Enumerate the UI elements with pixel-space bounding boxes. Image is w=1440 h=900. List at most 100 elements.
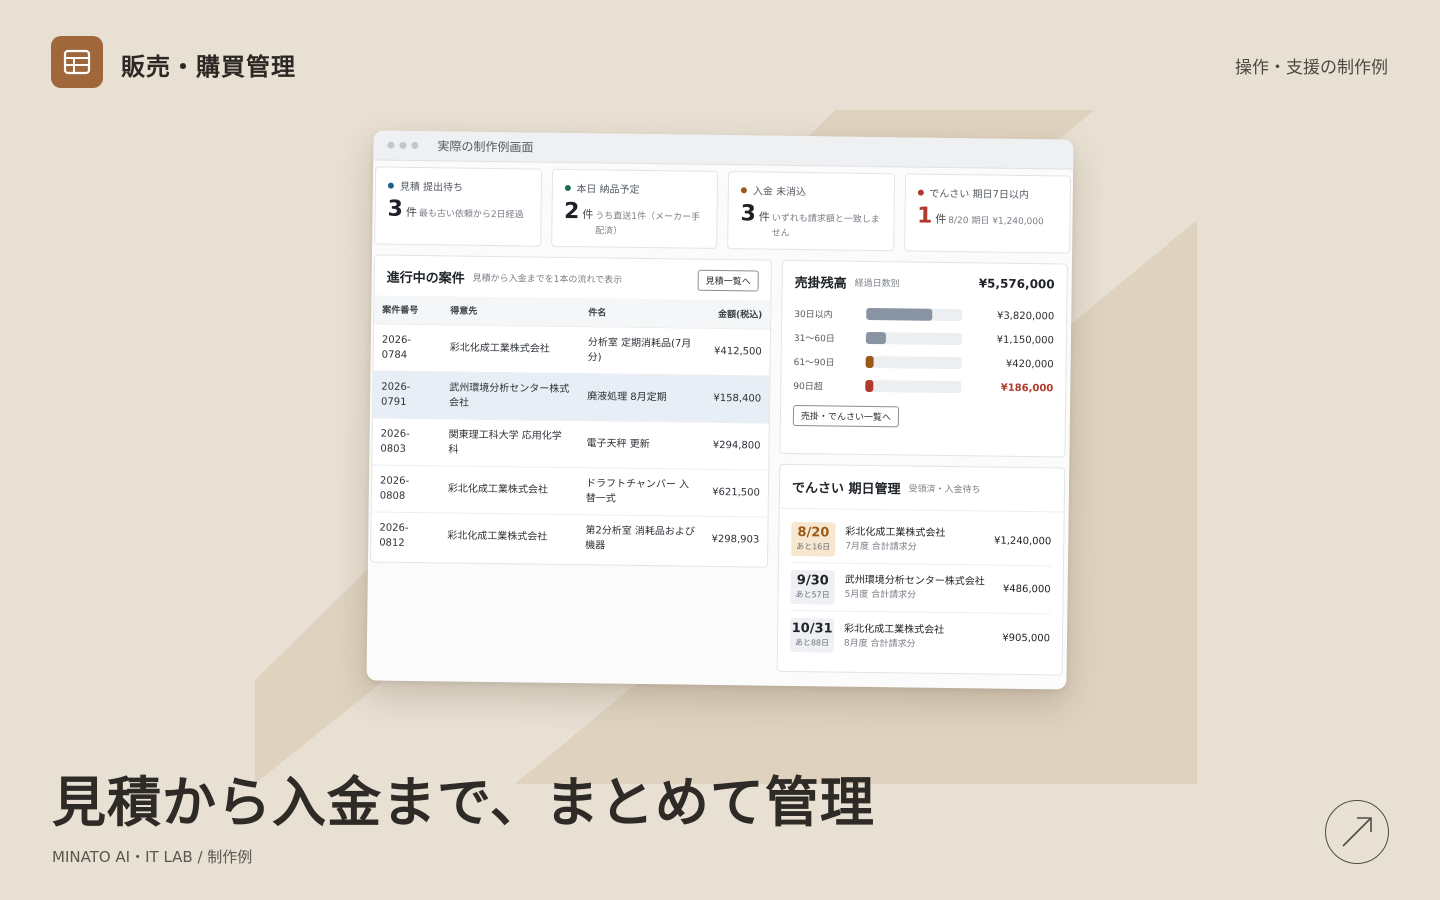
window-title: 実際の制作例画面 [437,139,534,155]
receivables-title: 売掛残高 [794,275,847,292]
due-date-badge: 8/20 あと16日 [791,521,836,557]
kpi-card[interactable]: 見積 提出待ち 3 件最も古い依頼から2日経過 [374,166,542,247]
due-date: 8/20 [797,524,830,540]
header-caption: 操作・支援の制作例 [1235,58,1388,78]
densai-panel: でんさい 期日管理 受領済・入金待ち 8/20 あと16日 彩北化成工業株式会社 7月… [776,463,1066,676]
kpi-number: 2 [563,198,580,225]
table-cell-subject: 第2分析室 消耗品および機器 [577,514,704,563]
footer-credit: MINATO AI・IT LAB / 制作例 [52,848,253,866]
cases-subtitle: 見積から入金までを1本の流れで表示 [472,273,623,286]
kpi-label: 本日 納品予定 [564,180,707,197]
kpi-label: でんさい 期日7日以内 [917,185,1060,202]
aging-row: 61〜90日 ¥420,000 [781,349,1065,377]
aging-label: 90日超 [793,381,823,392]
kpi-label-text: 本日 納品予定 [576,184,640,196]
kpi-note: 8/20 期日 ¥1,240,000 [948,215,1044,228]
kpi-unit: 件 [582,208,594,222]
table-cell-subject: 電子天秤 更新 [578,420,706,469]
app-title: 販売・購買管理 [121,53,296,81]
densai-row[interactable]: 9/30 あと57日 武州環境分析センター株式会社 5月度 合計請求分 ¥486,000 [790,562,1051,615]
table-row[interactable]: 2026-0808 彩北化成工業株式会社 ドラフトチャンバー 入替一式 ¥621,50… [371,464,769,517]
kpi-label-text: 入金 未消込 [752,186,807,199]
aging-bar-fill [865,379,874,393]
aging-row: 90日超 ¥186,000 [781,373,1065,401]
table-cell-subject: ドラフトチャンバー 入替一式 [577,467,705,516]
kpi-value: 3 件いずれも請求額と一致しません [740,201,883,243]
densai-amount: ¥1,240,000 [993,535,1052,548]
kpi-value: 2 件うち直送1件（メーカー手配済） [564,199,707,241]
table-cell-no: 2026-0812 [371,511,440,560]
window-dot-icon [399,141,407,149]
days-remaining: あと88日 [794,638,830,648]
table-icon [51,36,103,88]
table-cell-no: 2026-0791 [372,370,442,419]
cases-table: 案件番号 得意先 件名 金額(税込) 2026-0784 彩北化成工業株式会社 分析… [371,295,771,564]
table-cell-amount: ¥294,800 [704,421,769,470]
kpi-card[interactable]: 本日 納品予定 2 件うち直送1件（メーカー手配済） [550,168,719,249]
aging-amount: ¥186,000 [1000,382,1054,394]
status-dot-icon [387,182,394,189]
column-header: 案件番号 [374,295,443,325]
densai-info: 彩北化成工業株式会社 8月度 合計請求分 [844,621,944,651]
receivables-panel: 売掛残高 経過日数別 ¥5,576,000 30日以内 ¥3,820,000 31〜… [779,259,1068,458]
kpi-card[interactable]: でんさい 期日7日以内 1 件 8/20 期日 ¥1,240,000 [903,173,1072,254]
densai-row[interactable]: 8/20 あと16日 彩北化成工業株式会社 7月度 合計請求分 ¥1,240,000 [791,514,1052,567]
table-cell-client: 彩北化成工業株式会社 [441,324,581,374]
receivables-total: ¥5,576,000 [978,276,1055,292]
densai-note: 7月度 合計請求分 [845,541,917,553]
aging-label: 61〜90日 [793,357,835,368]
aging-bar-track [865,355,962,370]
table-row[interactable]: 2026-0784 彩北化成工業株式会社 分析室 定期消耗品(7月分) ¥412,50… [373,323,771,376]
aging-label: 31〜60日 [793,333,835,344]
due-date: 10/31 [791,620,833,637]
densai-note: 5月度 合計請求分 [844,589,917,601]
kpi-note: うち直送1件（メーカー手配済） [595,211,701,237]
due-date: 9/30 [796,572,829,588]
estimate-list-button[interactable]: 見積一覧へ [697,269,759,291]
kpi-value: 1 件 8/20 期日 ¥1,240,000 [917,204,1060,231]
kpi-unit: 件 [405,205,417,220]
aging-row: 30日以内 ¥3,820,000 [782,301,1066,329]
table-cell-subject: 廃液処理 8月定期 [578,373,706,422]
table-cell-amount: ¥298,903 [703,515,768,564]
aging-amount: ¥1,150,000 [996,334,1055,346]
receivables-subtitle: 経過日数別 [854,278,900,289]
table-cell-no: 2026-0803 [372,417,441,466]
days-remaining: あと57日 [795,589,830,599]
kpi-unit: 件 [935,212,947,226]
densai-amount: ¥905,000 [1002,632,1051,644]
densai-info: 武州環境分析センター株式会社 5月度 合計請求分 [845,573,985,604]
aging-bar-track [866,307,963,322]
kpi-label-text: 見積 提出待ち [399,181,464,194]
table-cell-client: 関東理工科大学 応用化学科 [440,418,579,468]
kpi-note: 最も古い依頼から2日経過 [418,209,524,221]
table-cell-amount: ¥621,500 [703,468,769,517]
densai-row[interactable]: 10/31 あと88日 彩北化成工業株式会社 8月度 合計請求分 ¥905,000 [789,611,1051,662]
kpi-number: 3 [387,196,404,222]
kpi-value: 3 件最も古い依頼から2日経過 [387,197,530,224]
window-dot-icon [387,141,395,149]
status-dot-icon [917,189,924,196]
kpi-number: 3 [740,201,757,227]
kpi-label: 入金 未消込 [740,182,884,199]
due-date-badge: 10/31 あと88日 [789,617,835,653]
aging-bar-fill [865,331,886,345]
aging-row: 31〜60日 ¥1,150,000 [782,325,1066,353]
aging-bar-fill [866,307,933,321]
kpi-card[interactable]: 入金 未消込 3 件いずれも請求額と一致しません [727,171,895,252]
table-cell-no: 2026-0808 [371,464,441,513]
table-row[interactable]: 2026-0803 関東理工科大学 応用化学科 電子天秤 更新 ¥294,800 [372,417,769,470]
open-link-button[interactable] [1325,800,1389,864]
due-date-badge: 9/30 あと57日 [790,569,835,605]
window-dot-icon [411,141,419,150]
aging-amount: ¥3,820,000 [996,310,1055,322]
column-header: 金額(税込) [706,299,771,329]
densai-info: 彩北化成工業株式会社 7月度 合計請求分 [845,525,945,555]
receivables-list-button[interactable]: 売掛・でんさい一覧へ [792,404,900,428]
table-row[interactable]: 2026-0812 彩北化成工業株式会社 第2分析室 消耗品および機器 ¥298,90… [371,511,768,564]
aging-amount: ¥420,000 [1005,358,1054,370]
table-cell-client: 彩北化成工業株式会社 [439,465,579,515]
table-row[interactable]: 2026-0791 武州環境分析センター株式会社 廃液処理 8月定期 ¥158,400 [372,370,770,423]
kpi-number: 1 [916,203,933,229]
aging-bar-track [865,331,963,346]
